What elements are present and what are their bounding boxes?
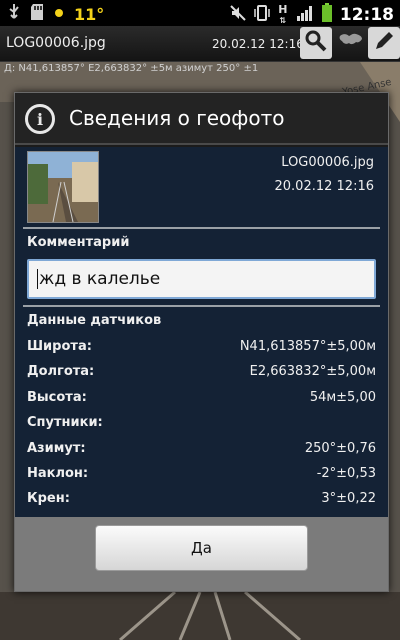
- sensor-row-altitude: Высота: 54м±5,00: [27, 390, 376, 410]
- coordinates-line: Д: N41,613857° E2,663832° ±5м азимут 250…: [4, 63, 259, 74]
- sensor-row-pitch: Наклон: -2°±0,53: [27, 466, 376, 486]
- sensor-row-satellites: Спутники:: [27, 415, 376, 435]
- zoom-icon: [304, 29, 328, 57]
- weather-icon: [52, 5, 66, 24]
- sensor-key: Крен:: [27, 491, 70, 506]
- mute-icon: [229, 4, 247, 26]
- divider: [23, 305, 380, 307]
- comment-label: Комментарий: [27, 235, 130, 250]
- photo-name: LOG00006.jpg: [281, 155, 374, 170]
- sensor-key: Высота:: [27, 390, 87, 405]
- battery-icon: [321, 3, 333, 27]
- file-name: LOG00006.jpg: [6, 35, 106, 51]
- dialog-body: LOG00006.jpg 20.02.12 12:16 Комментарий …: [15, 147, 388, 517]
- sensor-key: Широта:: [27, 339, 92, 354]
- dialog-header: i Сведения о геофото: [15, 93, 388, 145]
- comment-input[interactable]: жд в калелье: [27, 259, 376, 299]
- geophoto-info-dialog: i Сведения о геофото LOG00006.jpg 20.02.…: [14, 92, 389, 592]
- text-cursor: [37, 269, 38, 289]
- status-bar: 11° H ⇅ 12:18: [0, 0, 400, 26]
- yes-button[interactable]: Да: [95, 525, 308, 571]
- sensor-key: Долгота:: [27, 364, 95, 379]
- sensor-value: N41,613857°±5,00м: [239, 339, 376, 354]
- edit-icon: [372, 29, 396, 57]
- dialog-title: Сведения о геофото: [69, 106, 285, 130]
- sensor-value: 54м±5,00: [309, 390, 376, 405]
- sensor-key: Наклон:: [27, 466, 89, 481]
- comment-value: жд в калелье: [39, 269, 161, 289]
- sensor-row-azimuth: Азимут: 250°±0,76: [27, 441, 376, 461]
- photo-thumbnail[interactable]: [27, 151, 99, 223]
- info-icon: i: [25, 104, 55, 134]
- sensor-row-latitude: Широта: N41,613857°±5,00м: [27, 339, 376, 359]
- sensor-value: E2,663832°±5,00м: [249, 364, 376, 379]
- divider: [23, 227, 380, 229]
- vibrate-icon: [254, 4, 270, 26]
- network-icon: H ⇅: [278, 2, 288, 25]
- sensors-label: Данные датчиков: [27, 313, 162, 328]
- app-toolbar: LOG00006.jpg 20.02.12 12:16: [0, 26, 400, 62]
- map-icon: [338, 30, 364, 56]
- edit-button[interactable]: [368, 27, 400, 59]
- dialog-footer: Да: [15, 517, 388, 591]
- photo-date: 20.02.12 12:16: [274, 179, 375, 194]
- sensor-value: 3°±0,22: [321, 491, 376, 506]
- sensor-key: Спутники:: [27, 415, 103, 430]
- sensor-value: -2°±0,53: [316, 466, 376, 481]
- map-button[interactable]: [335, 27, 367, 59]
- usb-icon: [6, 3, 22, 25]
- clock: 12:18: [339, 5, 394, 25]
- sensor-row-roll: Крен: 3°±0,22: [27, 491, 376, 511]
- file-date: 20.02.12 12:16: [212, 37, 304, 51]
- temperature-text: 11°: [74, 4, 105, 24]
- signal-icon: [296, 4, 314, 26]
- sensor-row-longitude: Долгота: E2,663832°±5,00м: [27, 364, 376, 384]
- zoom-button[interactable]: [300, 27, 332, 59]
- sensor-value: 250°±0,76: [304, 441, 376, 456]
- sensor-key: Азимут:: [27, 441, 86, 456]
- sd-card-icon: [30, 3, 44, 25]
